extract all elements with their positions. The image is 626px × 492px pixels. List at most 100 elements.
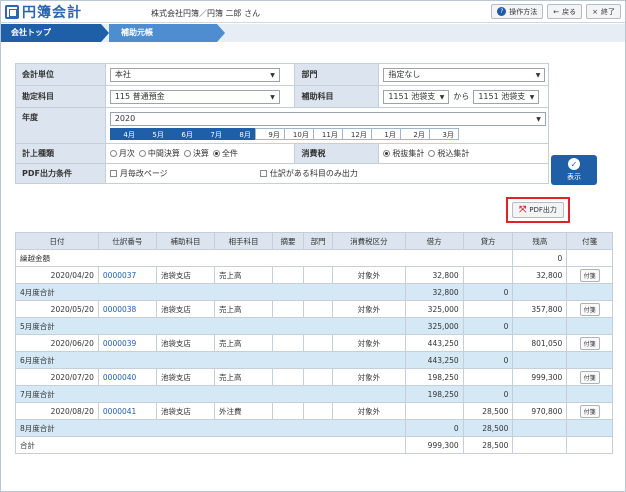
- column-header: 日付: [15, 232, 99, 250]
- month-total-label: 4月度合計: [15, 283, 406, 301]
- pdf-icon: ⤧: [519, 205, 527, 215]
- month-button[interactable]: 5月: [138, 127, 169, 140]
- checkbox-only-with-entries[interactable]: 仕訳がある科目のみ出力: [259, 168, 358, 179]
- entry-number-link[interactable]: 0000041: [97, 402, 157, 420]
- table-row: 2020/05/20 0000038 池袋支店 売上高 対象外 325,000 357,80…: [15, 300, 613, 318]
- table-cell: [512, 385, 568, 403]
- table-cell: [512, 351, 568, 369]
- date-cell: 2020/06/20: [15, 334, 99, 352]
- sub-account-cell: 池袋支店: [155, 402, 215, 420]
- dept-cell: [303, 368, 334, 386]
- month-button[interactable]: 8月: [225, 127, 256, 140]
- month-button[interactable]: 2月: [399, 127, 430, 140]
- tag-cell: 付箋: [566, 300, 613, 318]
- tag-cell: 付箋: [566, 368, 613, 386]
- month-button[interactable]: 10月: [283, 127, 314, 140]
- help-button[interactable]: ? 操作方法: [491, 4, 544, 19]
- table-cell: [566, 351, 613, 369]
- carry-balance: 0: [512, 249, 568, 267]
- entry-number-link[interactable]: 0000037: [97, 266, 157, 284]
- table-row: 2020/08/20 0000041 池袋支店 外注費 対象外 28,500 970,800…: [15, 402, 613, 420]
- table-row: 2020/06/20 0000039 池袋支店 売上高 対象外 443,250 801,05…: [15, 334, 613, 352]
- month-button[interactable]: 12月: [341, 127, 372, 140]
- debit-total: 443,250: [404, 351, 464, 369]
- back-arrow-icon: ←: [553, 7, 560, 16]
- sub-account-cell: 池袋支店: [155, 334, 215, 352]
- display-button[interactable]: ✓ 表示: [551, 155, 597, 185]
- tag-button[interactable]: 付箋: [579, 404, 600, 418]
- column-header: 消費税区分: [332, 232, 406, 250]
- radio-monthly[interactable]: 月次: [109, 148, 135, 159]
- tag-cell: 付箋: [566, 266, 613, 284]
- column-header: 付箋: [566, 232, 613, 250]
- month-button[interactable]: 4月: [109, 127, 140, 140]
- app-header: 円簿会計 株式会社円簿／円簿 二郎 さん ? 操作方法 ← 戻る × 終了: [1, 1, 625, 23]
- credit-total: 0: [462, 317, 514, 335]
- debit-total: 198,250: [404, 385, 464, 403]
- dept-cell: [303, 402, 334, 420]
- table-cell: [566, 436, 613, 454]
- tag-button[interactable]: 付箋: [579, 336, 600, 350]
- column-header: 借方: [404, 232, 464, 250]
- tag-button[interactable]: 付箋: [579, 370, 600, 384]
- column-header: 残高: [512, 232, 568, 250]
- dept-select[interactable]: 指定なし ▼: [383, 67, 546, 82]
- entry-number-link[interactable]: 0000038: [97, 300, 157, 318]
- radio-settlement[interactable]: 決算: [183, 148, 209, 159]
- credit-total: 0: [462, 351, 514, 369]
- month-button[interactable]: 1月: [370, 127, 401, 140]
- sub-account-cell: 池袋支店: [155, 368, 215, 386]
- table-row: 2020/04/20 0000037 池袋支店 売上高 対象外 32,800 32,800 付…: [15, 266, 613, 284]
- partner-account-cell: 売上高: [213, 300, 274, 318]
- logo-icon: [5, 5, 19, 19]
- unit-label: 会計単位: [16, 64, 106, 85]
- sub-account-to-select[interactable]: 1151 池袋支 ▼: [473, 89, 540, 104]
- balance-cell: 357,800: [512, 300, 568, 318]
- back-button[interactable]: ← 戻る: [547, 4, 583, 19]
- entry-number-link[interactable]: 0000040: [97, 368, 157, 386]
- dept-cell: [303, 300, 334, 318]
- column-header: 摘要: [271, 232, 305, 250]
- monthly-total-row: 8月度合計 0 28,500: [15, 419, 613, 437]
- table-cell: [566, 283, 613, 301]
- radio-interim[interactable]: 中間決算: [138, 148, 180, 159]
- help-icon: ?: [497, 7, 507, 16]
- account-select[interactable]: 115 普通預金 ▼: [109, 89, 280, 104]
- month-button[interactable]: 11月: [312, 127, 343, 140]
- table-cell: [512, 419, 568, 437]
- date-cell: 2020/04/20: [15, 266, 99, 284]
- breadcrumb-company-top[interactable]: 会社トップ: [1, 24, 109, 42]
- radio-tax-included[interactable]: 税込集計: [428, 148, 469, 159]
- credit-cell: [462, 368, 514, 386]
- credit-total: 0: [462, 283, 514, 301]
- month-button[interactable]: 7月: [196, 127, 227, 140]
- month-button[interactable]: 9月: [254, 127, 285, 140]
- grand-total-credit: 28,500: [462, 436, 514, 454]
- credit-cell: [462, 300, 514, 318]
- year-select[interactable]: 2020 ▼: [109, 111, 546, 126]
- debit-total: 32,800: [404, 283, 464, 301]
- tag-button[interactable]: 付箋: [579, 302, 600, 316]
- month-button[interactable]: 6月: [167, 127, 198, 140]
- column-header: 仕訳番号: [97, 232, 157, 250]
- pdf-output-button[interactable]: ⤧ PDF出力: [512, 202, 564, 218]
- credit-total: 28,500: [462, 419, 514, 437]
- table-cell: [566, 419, 613, 437]
- table-cell: [566, 385, 613, 403]
- tag-button[interactable]: 付箋: [579, 268, 600, 282]
- tax-label: 消費税: [295, 144, 380, 163]
- radio-tax-excluded[interactable]: 税抜集計: [383, 148, 424, 159]
- tax-category-cell: 対象外: [332, 266, 406, 284]
- column-header: 補助科目: [155, 232, 215, 250]
- month-button[interactable]: 3月: [428, 127, 459, 140]
- credit-cell: [462, 334, 514, 352]
- unit-select[interactable]: 本社 ▼: [109, 67, 280, 82]
- account-label: 勘定科目: [16, 86, 106, 107]
- app-logo: 円簿会計: [5, 3, 82, 21]
- radio-all[interactable]: 全件: [212, 148, 238, 159]
- chevron-down-icon: ▼: [270, 71, 275, 79]
- checkbox-page-per-month[interactable]: 月毎改ページ: [109, 168, 250, 179]
- sub-account-from-select[interactable]: 1151 池袋支 ▼: [383, 89, 450, 104]
- exit-button[interactable]: × 終了: [586, 4, 621, 19]
- entry-number-link[interactable]: 0000039: [97, 334, 157, 352]
